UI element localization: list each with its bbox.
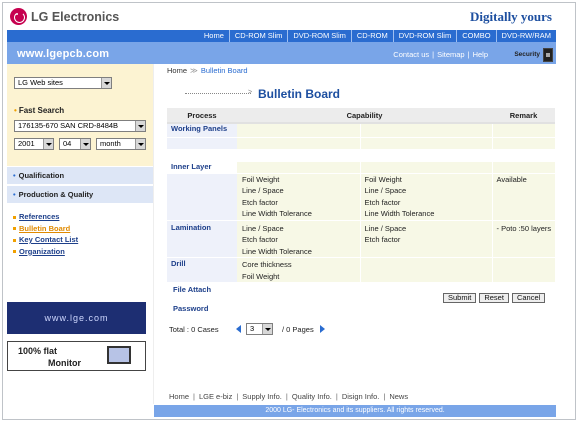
table-row: Working Panels — [167, 123, 555, 138]
footer-home-link[interactable]: Home — [169, 392, 189, 401]
sidebar-item-qualification[interactable]: • Qualification — [7, 167, 153, 184]
nav-cdrom-slim[interactable]: CD-ROM Slim — [228, 30, 288, 42]
flat-monitor-banner[interactable]: 100% flat Monitor — [7, 341, 146, 371]
breadcrumb: Home ≫ Bulletin Board — [167, 66, 248, 75]
copyright-bar: 2000 LG- Electronics and its suppliers. … — [154, 405, 556, 417]
nav-dvdrom-slim-2[interactable]: DVD-ROM Slim — [392, 30, 457, 42]
lg-logo-icon — [10, 8, 27, 25]
inner-layer-remark: Available — [491, 173, 555, 221]
cancel-button[interactable]: Cancel — [511, 293, 546, 303]
nav-home[interactable]: Home — [199, 30, 229, 42]
utility-links: Contact us | Sitemap | Help — [393, 50, 488, 59]
column-header-process: Process — [167, 108, 237, 124]
month-select-value: month — [100, 139, 121, 148]
chevron-down-icon — [135, 139, 145, 149]
product-select[interactable]: 176135-670 SAN CRD-8484B — [14, 120, 146, 132]
table-row — [167, 149, 555, 162]
next-page-icon[interactable] — [320, 325, 325, 333]
table-row: Drill Core thickness Foil Weight — [167, 257, 555, 283]
sitemap-link[interactable]: Sitemap — [437, 50, 465, 59]
form-buttons: Submit Reset Cancel — [443, 293, 546, 303]
inner-layer-capability-2: Foil Weight Line / Space Etch factor Line W… — [359, 173, 492, 221]
web-sites-select[interactable]: LG Web sites — [14, 77, 112, 89]
title-dotted-line — [185, 93, 251, 94]
footer-quality-link[interactable]: Quality Info. — [292, 392, 332, 401]
nav-cdrom[interactable]: CD-ROM — [350, 30, 393, 42]
nav-dvd-rw-ram[interactable]: DVD-RW/RAM — [495, 30, 556, 42]
references-link[interactable]: References — [13, 211, 78, 223]
chevron-down-icon — [135, 121, 145, 131]
title-chevron-icon: > — [248, 89, 253, 96]
process-lamination: Lamination — [167, 220, 237, 258]
page-title: Bulletin Board — [258, 87, 341, 101]
chevron-down-icon — [262, 324, 272, 334]
lamination-remark: - Poto :50 layers — [491, 220, 555, 258]
banner-text-2: Monitor — [48, 358, 81, 368]
key-contact-list-link[interactable]: Key Contact List — [13, 234, 78, 246]
year-select-value: 2001 — [18, 139, 35, 148]
sub-header-bar: www.lgepcb.com Contact us | Sitemap | Help S… — [7, 42, 556, 64]
lge-banner[interactable]: www.lge.com — [7, 302, 146, 334]
column-header-remark: Remark — [492, 108, 555, 124]
process-drill: Drill — [167, 257, 237, 283]
divider — [153, 64, 154, 404]
footer-supply-link[interactable]: Supply Info. — [242, 392, 282, 401]
day-select[interactable]: 04 — [59, 138, 91, 150]
logo-text: LG Electronics — [31, 9, 120, 24]
breadcrumb-home[interactable]: Home — [167, 66, 187, 75]
table-row: Foil Weight Line / Space Etch factor Line W… — [167, 173, 555, 221]
security-lock-icon[interactable] — [543, 48, 553, 62]
month-select[interactable]: month — [96, 138, 146, 150]
slogan: Digitally yours — [470, 9, 552, 24]
sidebar-search-panel: LG Web sites • Fast Search 176135-670 SAN… — [7, 64, 153, 166]
breadcrumb-current: Bulletin Board — [200, 66, 248, 75]
chevron-down-icon — [43, 139, 53, 149]
bulletin-board-link[interactable]: Bulletin Board — [13, 223, 78, 235]
page-select[interactable]: 3 — [246, 323, 273, 335]
footer-design-link[interactable]: Disign Info. — [342, 392, 380, 401]
site-url[interactable]: www.lgepcb.com — [17, 48, 109, 60]
table-row: Inner Layer — [167, 161, 555, 174]
contact-us-link[interactable]: Contact us — [393, 50, 429, 59]
chevron-down-icon — [101, 78, 111, 88]
nav-dvdrom-slim[interactable]: DVD-ROM Slim — [287, 30, 351, 42]
lamination-capability-2: Line / Space Etch factor — [359, 220, 492, 258]
footer-ebiz-link[interactable]: LGE e-biz — [199, 392, 232, 401]
footer-links: Home | LGE e-biz | Supply Info. | Quality Info… — [169, 392, 409, 401]
lg-logo[interactable]: LG Electronics — [10, 8, 119, 25]
inner-layer-capability-1: Foil Weight Line / Space Etch factor Line W… — [237, 173, 360, 221]
day-select-value: 04 — [63, 139, 72, 148]
total-cases: Total : 0 Cases — [169, 325, 219, 334]
password-label: Password — [167, 298, 237, 314]
sidebar-links: References Bulletin Board Key Contact Li… — [13, 211, 78, 257]
file-attach-label: File Attach — [167, 282, 237, 299]
chevron-down-icon — [80, 139, 90, 149]
process-inner-layer: Inner Layer — [167, 161, 237, 174]
page-select-value: 3 — [250, 324, 255, 333]
drill-capability-1: Core thickness Foil Weight — [237, 257, 360, 283]
prev-page-icon[interactable] — [236, 325, 241, 333]
capability-table: Process Capability Remark Working Panels… — [167, 108, 555, 314]
table-row — [167, 137, 555, 150]
pages-count: / 0 Pages — [282, 325, 314, 334]
organization-link[interactable]: Organization — [13, 246, 78, 258]
monitor-icon — [107, 346, 131, 364]
product-select-value: 176135-670 SAN CRD-8484B — [18, 121, 119, 130]
column-header-capability: Capability — [237, 108, 492, 124]
sidebar-item-production-quality[interactable]: • Production & Quality — [7, 186, 153, 203]
year-select[interactable]: 2001 — [14, 138, 54, 150]
reset-button[interactable]: Reset — [479, 293, 509, 303]
security-label[interactable]: Security — [514, 51, 540, 58]
process-working-panels: Working Panels — [167, 123, 237, 138]
help-link[interactable]: Help — [473, 50, 488, 59]
nav-combo[interactable]: COMBO — [456, 30, 495, 42]
footer-news-link[interactable]: News — [389, 392, 408, 401]
lamination-capability-1: Line / Space Etch factor Line Width Tolera… — [237, 220, 360, 258]
submit-button[interactable]: Submit — [443, 293, 477, 303]
banner-text-1: 100% flat — [18, 346, 58, 356]
top-nav: Home CD-ROM Slim DVD-ROM Slim CD-ROM DVD… — [7, 30, 556, 42]
web-sites-select-value: LG Web sites — [18, 78, 63, 87]
table-row: Lamination Line / Space Etch factor Line W… — [167, 220, 555, 258]
fast-search-label: • Fast Search — [14, 106, 65, 115]
